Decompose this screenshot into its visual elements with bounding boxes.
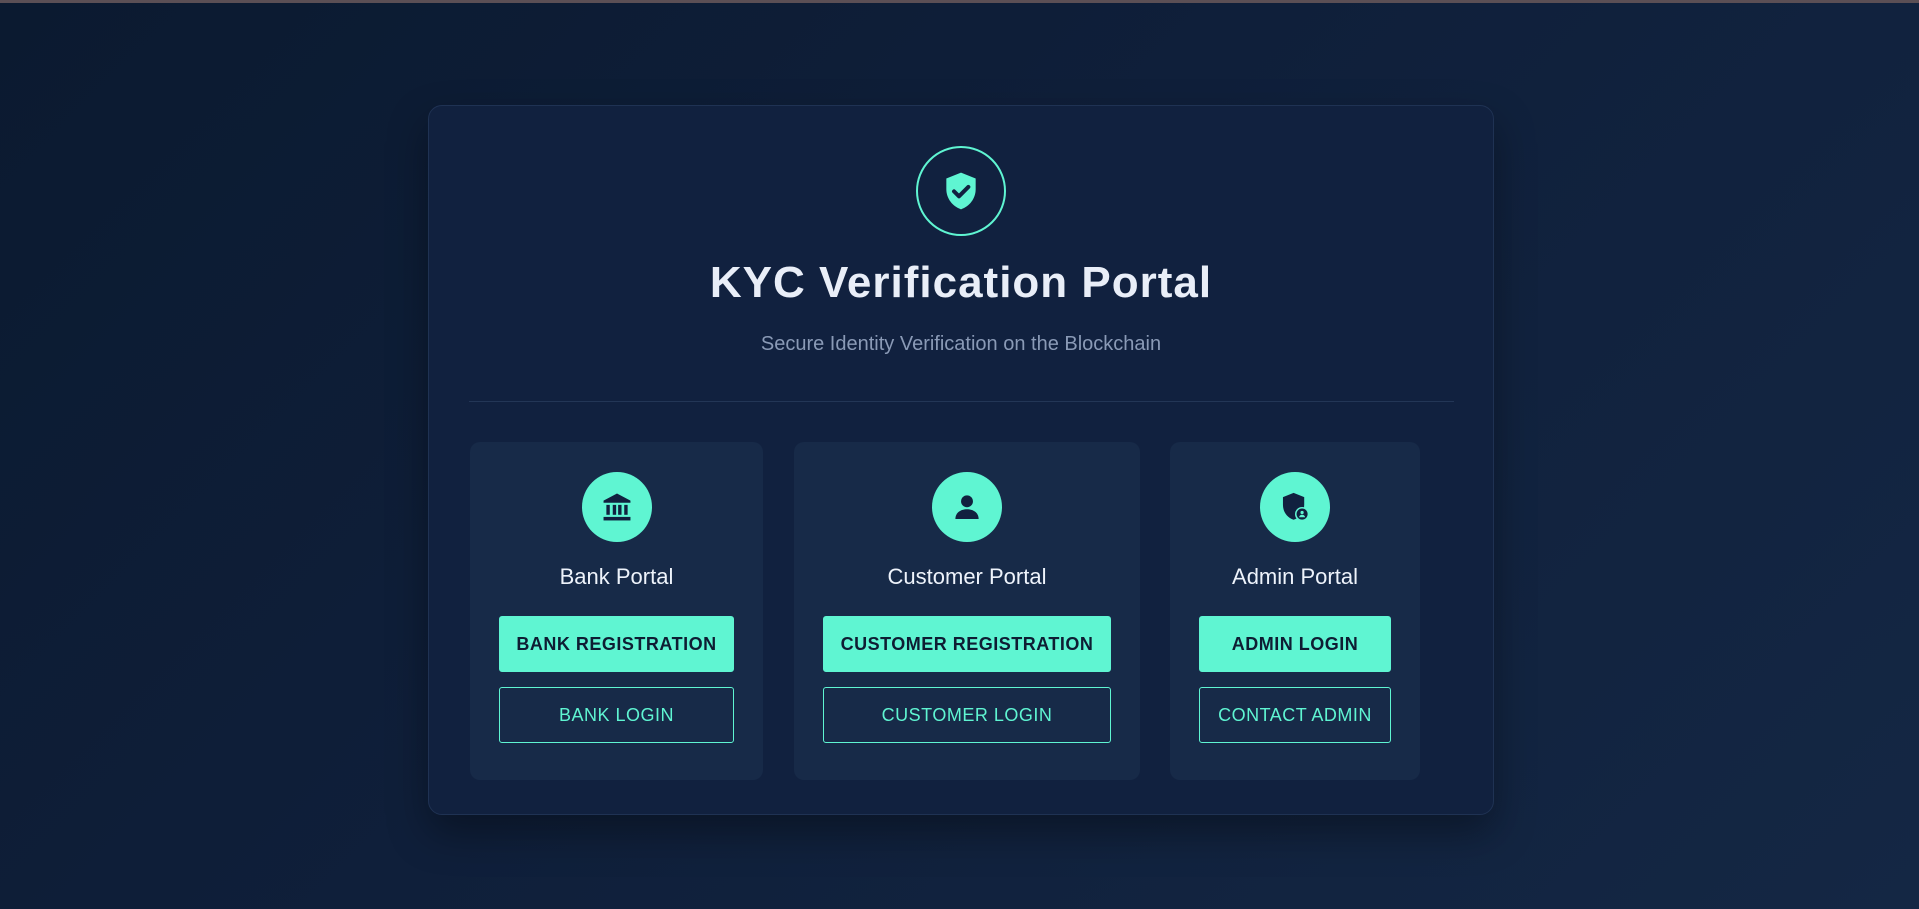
admin-login-button[interactable]: ADMIN LOGIN bbox=[1199, 616, 1391, 672]
bank-icon bbox=[581, 472, 652, 542]
admin-shield-icon bbox=[1260, 472, 1330, 542]
customer-portal-card: Customer Portal CUSTOMER REGISTRATION CU… bbox=[794, 442, 1140, 780]
admin-portal-title: Admin Portal bbox=[1232, 564, 1358, 589]
bank-registration-button[interactable]: BANK REGISTRATION bbox=[499, 616, 734, 672]
customer-portal-title: Customer Portal bbox=[887, 564, 1047, 589]
page-subtitle: Secure Identity Verification on the Bloc… bbox=[760, 333, 1162, 355]
shield-check-icon bbox=[916, 146, 1006, 236]
page-title: KYC Verification Portal bbox=[709, 258, 1213, 307]
admin-portal-card: Admin Portal ADMIN LOGIN CONTACT ADMIN bbox=[1170, 442, 1420, 780]
contact-admin-button[interactable]: CONTACT ADMIN bbox=[1199, 687, 1391, 743]
user-icon bbox=[932, 472, 1002, 542]
bank-portal-title: Bank Portal bbox=[559, 564, 674, 589]
bank-portal-card: Bank Portal BANK REGISTRATION BANK LOGIN bbox=[470, 442, 763, 780]
customer-login-button[interactable]: CUSTOMER LOGIN bbox=[823, 687, 1111, 743]
window-top-edge bbox=[0, 0, 1919, 3]
bank-login-button[interactable]: BANK LOGIN bbox=[499, 687, 734, 743]
divider bbox=[469, 401, 1454, 402]
main-card: KYC Verification Portal Secure Identity … bbox=[428, 105, 1494, 815]
customer-registration-button[interactable]: CUSTOMER REGISTRATION bbox=[823, 616, 1111, 672]
